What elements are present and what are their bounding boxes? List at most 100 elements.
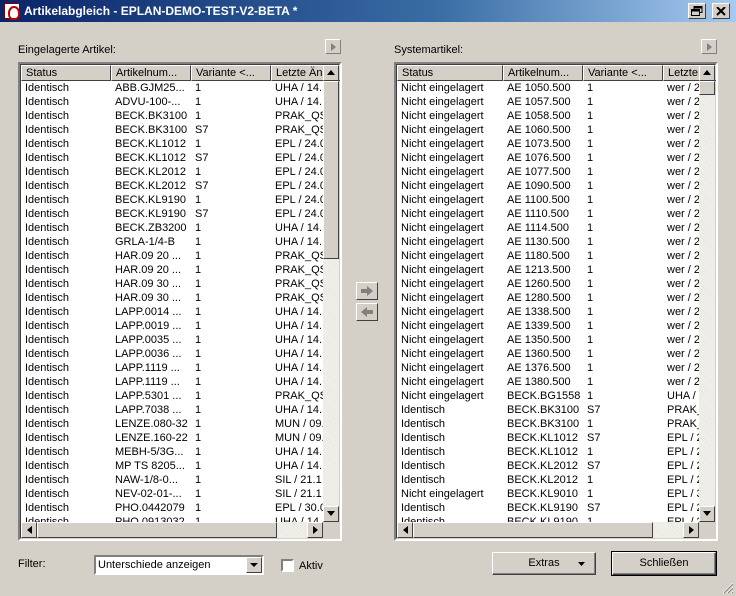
- table-row[interactable]: Identisch LAPP.0019 ... 1 UHA / 14.: [21, 319, 323, 333]
- table-row[interactable]: Identisch ADVU-100-... 1 UHA / 14.: [21, 95, 323, 109]
- table-row[interactable]: Nicht eingelagert AE 1360.500 1 wer / 2: [397, 347, 699, 361]
- table-row[interactable]: Nicht eingelagert AE 1130.500 1 wer / 2: [397, 235, 699, 249]
- transfer-right-button[interactable]: [356, 282, 378, 300]
- right-scroll-thumb[interactable]: [699, 81, 715, 95]
- table-row[interactable]: Nicht eingelagert AE 1057.500 1 wer / 2: [397, 95, 699, 109]
- left-scroll-down-button[interactable]: [323, 506, 339, 522]
- table-row[interactable]: Identisch PHO.0442079 1 EPL / 30.0: [21, 501, 323, 515]
- table-row[interactable]: Identisch NEV-02-01-... 1 SIL / 21.1: [21, 487, 323, 501]
- right-scroll-down-button[interactable]: [699, 506, 715, 522]
- table-row[interactable]: Nicht eingelagert AE 1076.500 1 wer / 2: [397, 151, 699, 165]
- left-scroll-right-button[interactable]: [307, 522, 323, 538]
- table-row[interactable]: Nicht eingelagert AE 1380.500 1 wer / 2: [397, 375, 699, 389]
- table-row[interactable]: Nicht eingelagert AE 1050.500 1 wer / 2: [397, 81, 699, 95]
- transfer-left-button[interactable]: [356, 303, 378, 321]
- table-row[interactable]: Identisch LENZE.080-32 1 MUN / 09.: [21, 417, 323, 431]
- table-row[interactable]: Nicht eingelagert AE 1100.500 1 wer / 2: [397, 193, 699, 207]
- table-row[interactable]: Nicht eingelagert AE 1350.500 1 wer / 2: [397, 333, 699, 347]
- table-row[interactable]: Nicht eingelagert AE 1114.500 1 wer / 2: [397, 221, 699, 235]
- aktiv-checkbox[interactable]: [281, 559, 294, 572]
- table-row[interactable]: Identisch LENZE.160-22 1 MUN / 09.: [21, 431, 323, 445]
- left-vertical-scrollbar[interactable]: [323, 65, 339, 522]
- right-vertical-scrollbar[interactable]: [699, 65, 715, 522]
- table-row[interactable]: Identisch LAPP.0036 ... 1 UHA / 14.: [21, 347, 323, 361]
- table-row[interactable]: Identisch MEBH-5/3G... 1 UHA / 14.: [21, 445, 323, 459]
- right-hscroll-thumb[interactable]: [413, 522, 653, 538]
- table-row[interactable]: Nicht eingelagert AE 1280.500 1 wer / 2: [397, 291, 699, 305]
- close-button[interactable]: Schließen: [611, 551, 717, 576]
- table-row[interactable]: Identisch BECK.KL1012 S7 EPL / 24.0: [21, 151, 323, 165]
- table-row[interactable]: Identisch BECK.KL1012 S7 EPL / 2: [397, 431, 699, 445]
- left-scroll-thumb[interactable]: [323, 81, 339, 259]
- table-row[interactable]: Identisch BECK.KL2012 S7 EPL / 2: [397, 459, 699, 473]
- stored-articles-list[interactable]: Status Artikelnum... Variante <... Letzte Ä…: [18, 62, 342, 541]
- table-row[interactable]: Identisch BECK.KL1012 1 EPL / 2: [397, 445, 699, 459]
- table-row[interactable]: Identisch BECK.BK3100 S7 PRAK_QS: [21, 123, 323, 137]
- table-row[interactable]: Nicht eingelagert AE 1339.500 1 wer / 2: [397, 319, 699, 333]
- table-row[interactable]: Identisch PHO.0913032 1 UHA / 14.: [21, 515, 323, 522]
- table-row[interactable]: Nicht eingelagert AE 1376.500 1 wer / 2: [397, 361, 699, 375]
- system-articles-list[interactable]: Status Artikelnum... Variante <... Letzte N…: [394, 62, 718, 541]
- table-row[interactable]: Identisch BECK.KL9190 1 EPL / 24.0: [21, 193, 323, 207]
- table-row[interactable]: Identisch LAPP.0035 ... 1 UHA / 14.: [21, 333, 323, 347]
- table-row[interactable]: Nicht eingelagert AE 1058.500 1 wer / 2: [397, 109, 699, 123]
- table-row[interactable]: Identisch HAR.09 20 ... 1 PRAK_QS: [21, 249, 323, 263]
- table-row[interactable]: Nicht eingelagert AE 1077.500 1 wer / 2: [397, 165, 699, 179]
- column-header[interactable]: Status: [397, 65, 503, 81]
- resize-grip-icon[interactable]: [722, 582, 734, 594]
- table-row[interactable]: Nicht eingelagert BECK.BG1558 1 UHA /: [397, 389, 699, 403]
- table-row[interactable]: Identisch HAR.09 30 ... 1 PRAK_QS: [21, 277, 323, 291]
- filter-dropdown-button[interactable]: [246, 557, 262, 573]
- table-row[interactable]: Identisch BECK.BK3100 1 PRAK_QS: [21, 109, 323, 123]
- table-row[interactable]: Identisch BECK.KL9190 S7 EPL / 2: [397, 501, 699, 515]
- table-row[interactable]: Identisch BECK.KL2012 S7 EPL / 24.0: [21, 179, 323, 193]
- filter-dropdown[interactable]: Unterschiede anzeigen: [94, 555, 264, 575]
- extras-button[interactable]: Extras: [492, 552, 596, 575]
- table-row[interactable]: Identisch LAPP.0014 ... 1 UHA / 14.: [21, 305, 323, 319]
- left-scroll-up-button[interactable]: [323, 65, 339, 81]
- column-header[interactable]: Variante <...: [191, 65, 271, 81]
- table-row[interactable]: Nicht eingelagert AE 1090.500 1 wer / 2: [397, 179, 699, 193]
- table-row[interactable]: Identisch LAPP.7038 ... 1 UHA / 14.: [21, 403, 323, 417]
- table-row[interactable]: Nicht eingelagert AE 1180.500 1 wer / 2: [397, 249, 699, 263]
- table-row[interactable]: Identisch BECK.ZB3200 1 UHA / 14.: [21, 221, 323, 235]
- table-row[interactable]: Identisch BECK.BK3100 S7 PRAK_: [397, 403, 699, 417]
- table-row[interactable]: Identisch MP TS 8205... 1 UHA / 14.: [21, 459, 323, 473]
- table-row[interactable]: Nicht eingelagert AE 1338.500 1 wer / 2: [397, 305, 699, 319]
- table-row[interactable]: Identisch NAW-1/8-0... 1 SIL / 21.1: [21, 473, 323, 487]
- column-header[interactable]: Variante <...: [583, 65, 663, 81]
- table-row[interactable]: Nicht eingelagert AE 1260.500 1 wer / 2: [397, 277, 699, 291]
- table-row[interactable]: Identisch LAPP.5301 ... 1 PRAK_QS: [21, 389, 323, 403]
- column-header[interactable]: Artikelnum...: [503, 65, 583, 81]
- table-row[interactable]: Identisch GRLA-1/4-B 1 UHA / 14.: [21, 235, 323, 249]
- right-scroll-left-button[interactable]: [397, 522, 413, 538]
- table-row[interactable]: Identisch HAR.09 20 ... 1 PRAK_QS: [21, 263, 323, 277]
- table-row[interactable]: Identisch ABB.GJM25... 1 UHA / 14.: [21, 81, 323, 95]
- table-row[interactable]: Nicht eingelagert BECK.KL9010 1 EPL / 3: [397, 487, 699, 501]
- table-row[interactable]: Identisch BECK.KL1012 1 EPL / 24.0: [21, 137, 323, 151]
- table-row[interactable]: Nicht eingelagert AE 1073.500 1 wer / 2: [397, 137, 699, 151]
- table-row[interactable]: Nicht eingelagert AE 1110.500 1 wer / 2: [397, 207, 699, 221]
- right-scroll-up-button[interactable]: [699, 65, 715, 81]
- right-panel-expand-button[interactable]: [701, 39, 717, 54]
- left-horizontal-scrollbar[interactable]: [21, 522, 323, 538]
- table-row[interactable]: Identisch BECK.KL2012 1 EPL / 2: [397, 473, 699, 487]
- right-scroll-right-button[interactable]: [683, 522, 699, 538]
- left-scroll-left-button[interactable]: [21, 522, 37, 538]
- right-horizontal-scrollbar[interactable]: [397, 522, 699, 538]
- table-row[interactable]: Identisch HAR.09 30 ... 1 PRAK_QS: [21, 291, 323, 305]
- table-row[interactable]: Nicht eingelagert AE 1213.500 1 wer / 2: [397, 263, 699, 277]
- column-header[interactable]: Artikelnum...: [111, 65, 191, 81]
- table-row[interactable]: Identisch BECK.BK3100 1 PRAK_: [397, 417, 699, 431]
- left-panel-expand-button[interactable]: [325, 39, 341, 54]
- table-row[interactable]: Identisch BECK.KL9190 S7 EPL / 24.0: [21, 207, 323, 221]
- column-header[interactable]: Status: [21, 65, 111, 81]
- close-window-button[interactable]: [712, 3, 730, 19]
- table-row[interactable]: Nicht eingelagert AE 1060.500 1 wer / 2: [397, 123, 699, 137]
- table-row[interactable]: Identisch BECK.KL9190 1 EPL / 2: [397, 515, 699, 522]
- restore-button[interactable]: [688, 3, 706, 19]
- table-row[interactable]: Identisch LAPP.1119 ... 1 UHA / 14.: [21, 375, 323, 389]
- left-hscroll-thumb[interactable]: [37, 522, 277, 538]
- table-row[interactable]: Identisch LAPP.1119 ... 1 UHA / 14.: [21, 361, 323, 375]
- table-row[interactable]: Identisch BECK.KL2012 1 EPL / 24.0: [21, 165, 323, 179]
